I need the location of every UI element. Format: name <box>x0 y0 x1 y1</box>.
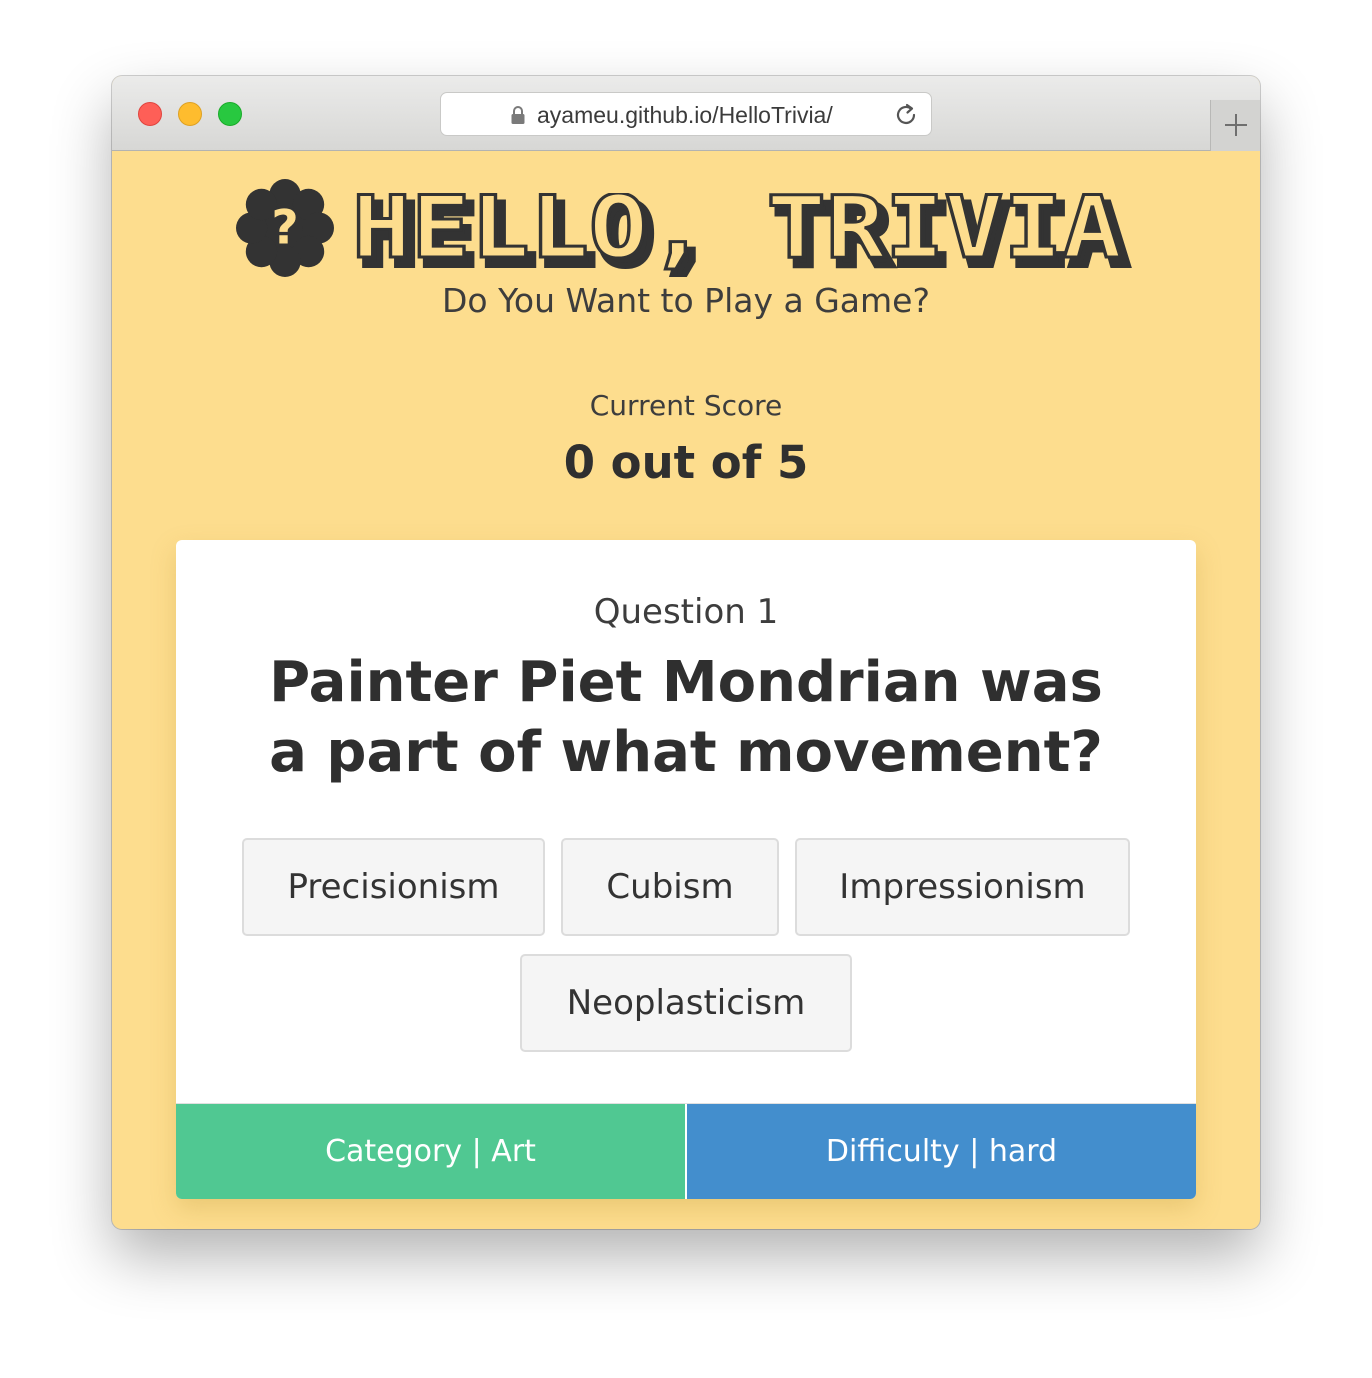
logo-title: HELLO, TRIVIA HELLO, TRIVIA <box>352 193 1132 277</box>
score-label: Current Score <box>589 389 783 422</box>
category-badge: Category | Art <box>176 1104 685 1199</box>
close-window-button[interactable] <box>138 102 162 126</box>
difficulty-badge: Difficulty | hard <box>687 1104 1196 1199</box>
question-footer: Category | Art Difficulty | hard <box>176 1103 1196 1199</box>
url-text: ayameu.github.io/HelloTrivia/ <box>537 102 833 128</box>
subtitle: Do You Want to Play a Game? <box>442 281 930 320</box>
answer-button-cubism[interactable]: Cubism <box>561 838 779 936</box>
score-value: 0 out of 5 <box>563 436 809 489</box>
browser-window: ayameu.github.io/HelloTrivia/ ? HELLO, T… <box>112 76 1260 1229</box>
badge-glyph: ? <box>271 201 298 256</box>
address-bar[interactable]: ayameu.github.io/HelloTrivia/ <box>440 92 932 136</box>
question-badge-icon: ? <box>236 179 334 277</box>
zoom-window-button[interactable] <box>218 102 242 126</box>
answer-button-impressionism[interactable]: Impressionism <box>795 838 1130 936</box>
new-tab-button[interactable] <box>1210 100 1260 151</box>
site-logo[interactable]: ? HELLO, TRIVIA HELLO, TRIVIA <box>236 179 1136 279</box>
logo-text-face: HELLO, TRIVIA <box>352 193 1122 277</box>
plus-icon <box>1225 114 1247 136</box>
page-content: ? HELLO, TRIVIA HELLO, TRIVIA Do You Wan… <box>112 151 1260 1229</box>
question-text: Painter Piet Mondrian was a part of what… <box>269 650 1103 785</box>
answer-button-precisionism[interactable]: Precisionism <box>242 838 545 936</box>
answer-button-neoplasticism[interactable]: Neoplasticism <box>520 954 852 1052</box>
question-card: Question 1 Painter Piet Mondrian was a p… <box>176 540 1196 1199</box>
title-bar: ayameu.github.io/HelloTrivia/ <box>112 76 1260 151</box>
reload-icon[interactable] <box>893 102 919 128</box>
lock-icon <box>511 106 525 124</box>
question-number: Question 1 <box>593 592 779 632</box>
minimize-window-button[interactable] <box>178 102 202 126</box>
